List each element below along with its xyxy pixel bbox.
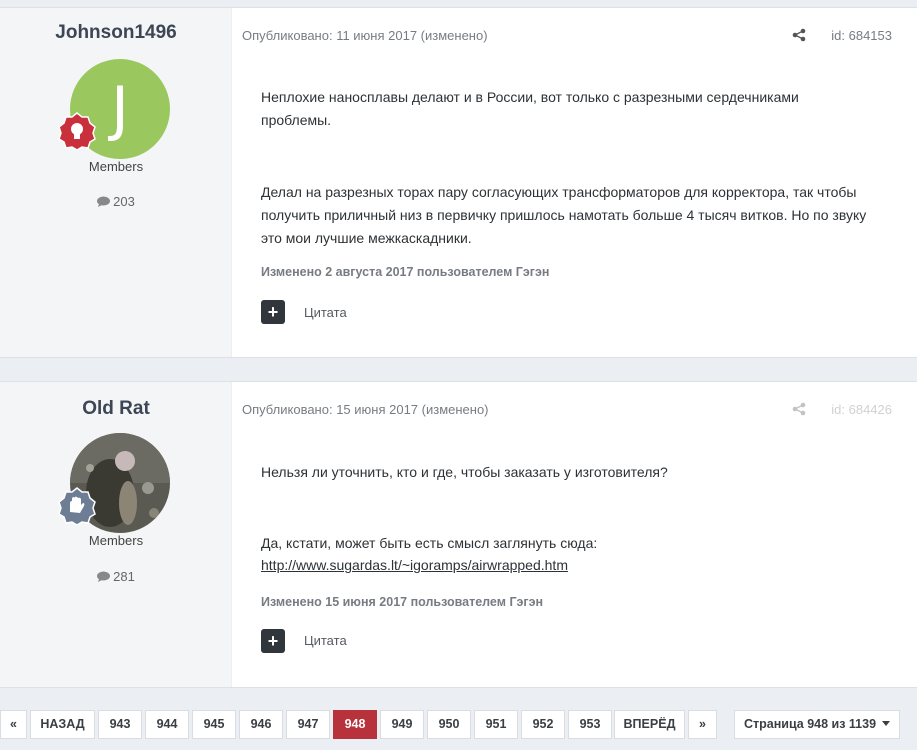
page-number-button[interactable]: 952 <box>521 710 565 739</box>
post-content: Опубликовано: 11 июня 2017 (изменено) id… <box>232 8 917 357</box>
post-count-value: 281 <box>113 569 135 584</box>
pagination: « НАЗАД 943 944 945 946 947 948 949 950 951 952 95… <box>0 710 917 740</box>
group-label: Members <box>88 159 144 174</box>
page-number-button[interactable]: 950 <box>427 710 471 739</box>
page-number-button[interactable]: 946 <box>239 710 283 739</box>
waving-hand-badge-icon <box>58 487 96 525</box>
post-count-value: 203 <box>113 194 135 209</box>
author-panel: Old Rat Members 281 <box>0 382 232 687</box>
page-number-button[interactable]: 947 <box>286 710 330 739</box>
last-page-button[interactable]: » <box>688 710 717 739</box>
quote-button[interactable]: Цитата <box>304 305 347 320</box>
post-link-wrap: http://www.sugardas.lt/~igoramps/airwrap… <box>261 554 881 577</box>
page-number-button[interactable]: 944 <box>145 710 189 739</box>
post-id[interactable]: id: 684153 <box>831 28 892 43</box>
post-paragraph: Нельзя ли уточнить, кто и где, чтобы зак… <box>261 464 668 480</box>
author-name[interactable]: Johnson1496 <box>0 22 232 44</box>
post-meta: Опубликовано: 15 июня 2017 (изменено) <box>242 402 489 417</box>
post-paragraph: Да, кстати, может быть есть смысл заглян… <box>261 535 598 551</box>
comment-icon <box>97 571 111 582</box>
lightbulb-badge-icon <box>58 112 96 150</box>
author-name[interactable]: Old Rat <box>0 398 232 420</box>
page-number-button[interactable]: 953 <box>568 710 612 739</box>
page-number-button[interactable]: 949 <box>380 710 424 739</box>
post-count: 281 <box>0 569 232 584</box>
page-number-button[interactable]: 948 <box>333 710 377 739</box>
multiquote-plus-button[interactable]: + <box>261 300 285 324</box>
page-number-button[interactable]: 943 <box>98 710 142 739</box>
post-paragraph: Неплохие наносплавы делают и в России, в… <box>261 89 799 128</box>
post-meta: Опубликовано: 11 июня 2017 (изменено) <box>242 28 488 43</box>
post-content: Опубликовано: 15 июня 2017 (изменено) id… <box>232 382 917 687</box>
post-2: Old Rat Members 281 Опубликовано: 15 июн… <box>0 381 917 688</box>
post-id[interactable]: id: 684426 <box>831 402 892 417</box>
quote-button[interactable]: Цитата <box>304 633 347 648</box>
first-page-button[interactable]: « <box>0 710 27 739</box>
next-page-button[interactable]: ВПЕРЁД <box>614 710 685 739</box>
edited-note: Изменено 2 августа 2017 пользователем Гэ… <box>261 265 550 279</box>
page-number-button[interactable]: 951 <box>474 710 518 739</box>
share-icon[interactable] <box>792 402 806 416</box>
post-count: 203 <box>0 194 232 209</box>
prev-page-button[interactable]: НАЗАД <box>30 710 95 739</box>
multiquote-plus-button[interactable]: + <box>261 629 285 653</box>
group-label: Members <box>88 533 144 548</box>
page-number-button[interactable]: 945 <box>192 710 236 739</box>
page-jump-dropdown[interactable]: Страница 948 из 1139 <box>734 710 900 739</box>
external-link[interactable]: http://www.sugardas.lt/~igoramps/airwrap… <box>261 557 568 573</box>
page-jump-label: Страница 948 из 1139 <box>743 717 877 731</box>
chevron-down-icon <box>882 721 891 726</box>
share-icon[interactable] <box>792 28 806 42</box>
post-1: Johnson1496 J Members 203 Опубликовано: … <box>0 7 917 358</box>
post-paragraph: Делал на разрезных торах пару согласующи… <box>261 184 867 246</box>
author-panel: Johnson1496 J Members 203 <box>0 8 232 357</box>
comment-icon <box>97 196 111 207</box>
edited-note: Изменено 15 июня 2017 пользователем Гэгэ… <box>261 595 544 609</box>
